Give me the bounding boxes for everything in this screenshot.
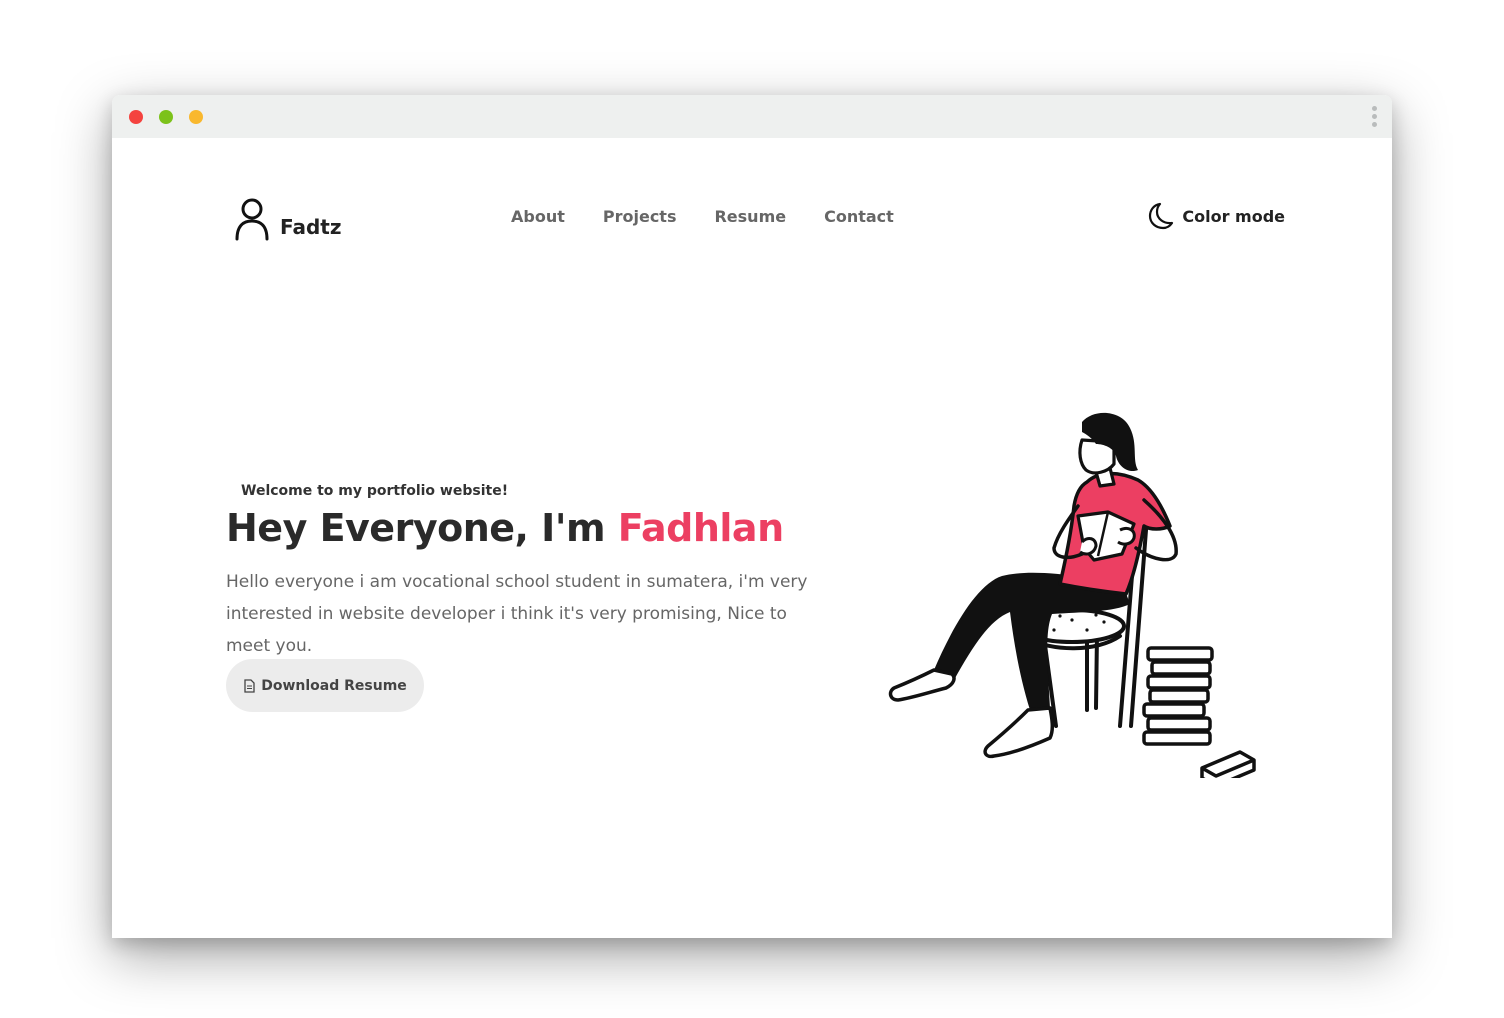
welcome-text: Welcome to my portfolio website! <box>241 483 509 499</box>
nav-item-about[interactable]: About <box>511 207 565 226</box>
brand-name: Fadtz <box>280 215 342 239</box>
hero-intro: Hello everyone i am vocational school st… <box>226 572 808 656</box>
download-resume-label: Download Resume <box>261 677 407 694</box>
screenshot-stage: Fadtz About Projects Resume Contact Colo… <box>0 0 1504 1018</box>
moon-icon <box>1149 202 1174 230</box>
document-icon <box>244 678 255 693</box>
book-stack-illustration <box>1142 646 1256 778</box>
browser-window: Fadtz About Projects Resume Contact Colo… <box>112 95 1392 938</box>
nav-item-contact[interactable]: Contact <box>824 207 894 226</box>
headline-prefix: Hey Everyone, I'm <box>226 506 618 550</box>
download-resume-button[interactable]: Download Resume <box>226 659 424 712</box>
window-titlebar <box>112 95 1392 138</box>
user-icon <box>235 198 269 241</box>
reading-person-illustration <box>888 412 1256 778</box>
minimize-window-button[interactable] <box>189 110 203 124</box>
page-content: Fadtz About Projects Resume Contact Colo… <box>112 138 1392 938</box>
headline-name: Fadhlan <box>617 506 784 550</box>
color-mode-toggle[interactable]: Color mode <box>1148 202 1285 230</box>
main-nav: About Projects Resume Contact <box>511 207 932 226</box>
color-mode-label: Color mode <box>1182 206 1285 226</box>
kebab-menu-icon[interactable] <box>1370 106 1378 130</box>
nav-item-projects[interactable]: Projects <box>603 207 677 226</box>
maximize-window-button[interactable] <box>159 110 173 124</box>
brand-logo[interactable]: Fadtz <box>234 197 342 241</box>
nav-item-resume[interactable]: Resume <box>714 207 786 226</box>
close-window-button[interactable] <box>129 110 143 124</box>
hero-headline: Hey Everyone, I'm Fadhlan <box>226 506 784 550</box>
